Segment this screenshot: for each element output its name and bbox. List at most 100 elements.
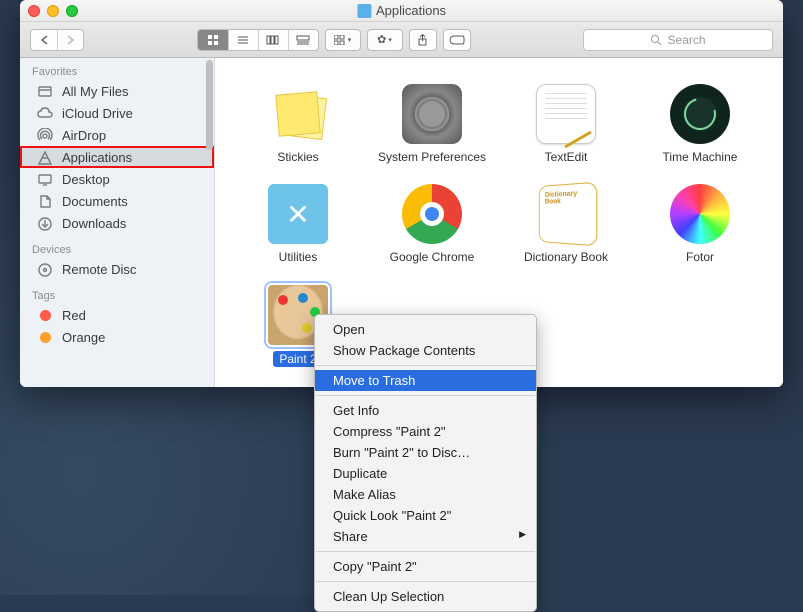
app-label: TextEdit: [545, 150, 588, 164]
menu-item-move-to-trash[interactable]: Move to Trash: [315, 370, 536, 391]
sidebar-item-icloud-drive[interactable]: iCloud Drive: [20, 102, 214, 124]
sidebar-item-label: iCloud Drive: [62, 106, 133, 121]
sidebar-item-label: Red: [62, 308, 86, 323]
utilities-app-icon: [268, 184, 328, 244]
dict-app-icon: [539, 182, 598, 247]
sidebar-item-label: Applications: [62, 150, 132, 165]
menu-item-compress-paint-2[interactable]: Compress "Paint 2": [315, 421, 536, 442]
arrange-button[interactable]: ▾: [325, 29, 361, 51]
app-label: Dictionary Book: [524, 250, 608, 264]
app-item-dictionary-book[interactable]: Dictionary Book: [499, 184, 633, 264]
maximize-button[interactable]: [66, 5, 78, 17]
icloud-icon: [36, 105, 54, 121]
close-button[interactable]: [28, 5, 40, 17]
applications-folder-icon: [357, 4, 371, 18]
titlebar[interactable]: Applications: [20, 0, 783, 22]
sidebar-scrollbar[interactable]: [204, 58, 214, 387]
sidebar-item-red[interactable]: Red: [20, 304, 214, 326]
sidebar-item-remote-disc[interactable]: Remote Disc: [20, 258, 214, 280]
sidebar-item-orange[interactable]: Orange: [20, 326, 214, 348]
sysprefs-app-icon: [402, 84, 462, 144]
sidebar-item-label: Orange: [62, 330, 105, 345]
gear-icon: ✿: [377, 33, 386, 46]
search-icon: [650, 34, 662, 46]
menu-item-get-info[interactable]: Get Info: [315, 400, 536, 421]
tag-dot-icon: [36, 307, 54, 323]
menu-separator: [316, 395, 535, 396]
menu-item-open[interactable]: Open: [315, 319, 536, 340]
window-controls: [28, 5, 78, 17]
app-label: Google Chrome: [390, 250, 475, 264]
menu-item-share[interactable]: Share: [315, 526, 536, 547]
sidebar-item-desktop[interactable]: Desktop: [20, 168, 214, 190]
back-button[interactable]: [31, 30, 57, 50]
tag-dot-icon: [36, 329, 54, 345]
share-button[interactable]: [409, 29, 437, 51]
airdrop-icon: [36, 127, 54, 143]
stickies-app-icon: [265, 81, 330, 146]
column-view-button[interactable]: [258, 30, 288, 50]
sidebar-item-airdrop[interactable]: AirDrop: [20, 124, 214, 146]
app-item-utilities[interactable]: Utilities: [231, 184, 365, 264]
menu-item-burn-paint-2-to-disc[interactable]: Burn "Paint 2" to Disc…: [315, 442, 536, 463]
menu-item-quick-look-paint-2[interactable]: Quick Look "Paint 2": [315, 505, 536, 526]
sidebar-item-label: Remote Disc: [62, 262, 136, 277]
tags-button[interactable]: [443, 29, 471, 51]
nav-buttons: [30, 29, 84, 51]
scrollbar-thumb[interactable]: [206, 60, 213, 150]
app-item-system-preferences[interactable]: System Preferences: [365, 84, 499, 164]
menu-separator: [316, 365, 535, 366]
icon-view-button[interactable]: [198, 30, 228, 50]
textedit-app-icon: [536, 84, 596, 144]
menu-item-clean-up-selection[interactable]: Clean Up Selection: [315, 586, 536, 607]
app-item-stickies[interactable]: Stickies: [231, 84, 365, 164]
remote-disc-icon: [36, 261, 54, 277]
sidebar-item-documents[interactable]: Documents: [20, 190, 214, 212]
action-button[interactable]: ✿▾: [367, 29, 403, 51]
menu-item-show-package-contents[interactable]: Show Package Contents: [315, 340, 536, 361]
app-item-time-machine[interactable]: Time Machine: [633, 84, 767, 164]
share-icon: [417, 34, 428, 46]
sidebar-item-label: All My Files: [62, 84, 128, 99]
sidebar-item-applications[interactable]: Applications: [20, 146, 214, 168]
app-item-textedit[interactable]: TextEdit: [499, 84, 633, 164]
app-item-fotor[interactable]: Fotor: [633, 184, 767, 264]
list-view-button[interactable]: [228, 30, 258, 50]
menu-item-duplicate[interactable]: Duplicate: [315, 463, 536, 484]
sidebar-item-label: Documents: [62, 194, 128, 209]
menu-item-make-alias[interactable]: Make Alias: [315, 484, 536, 505]
window-title-text: Applications: [376, 3, 446, 18]
menu-separator: [316, 581, 535, 582]
sidebar-item-downloads[interactable]: Downloads: [20, 212, 214, 234]
app-label: Stickies: [277, 150, 318, 164]
menu-separator: [316, 551, 535, 552]
timemachine-app-icon: [670, 84, 730, 144]
context-menu: OpenShow Package Contents Move to Trash Ge…: [314, 314, 537, 612]
tag-icon: [449, 35, 465, 45]
desktop-icon: [36, 171, 54, 187]
app-label: Fotor: [686, 250, 714, 264]
app-item-google-chrome[interactable]: Google Chrome: [365, 184, 499, 264]
toolbar: ▾ ✿▾ Search: [20, 22, 783, 58]
app-label: Time Machine: [663, 150, 738, 164]
sidebar-item-label: Desktop: [62, 172, 110, 187]
window-title: Applications: [357, 3, 446, 18]
menu-item-copy-paint-2[interactable]: Copy "Paint 2": [315, 556, 536, 577]
sidebar-item-label: Downloads: [62, 216, 126, 231]
sidebar-header: Devices: [20, 242, 214, 258]
sidebar-header: Tags: [20, 288, 214, 304]
search-field[interactable]: Search: [583, 29, 773, 51]
view-switcher: [197, 29, 319, 51]
app-label: System Preferences: [378, 150, 486, 164]
sidebar-item-all-my-files[interactable]: All My Files: [20, 80, 214, 102]
chrome-app-icon: [402, 184, 462, 244]
coverflow-view-button[interactable]: [288, 30, 318, 50]
sidebar-header: Favorites: [20, 64, 214, 80]
forward-button[interactable]: [57, 30, 83, 50]
sidebar: Favorites All My Files iCloud Drive AirDrop…: [20, 58, 215, 387]
sidebar-item-label: AirDrop: [62, 128, 106, 143]
applications-icon: [36, 149, 54, 165]
app-label: Utilities: [279, 250, 318, 264]
minimize-button[interactable]: [47, 5, 59, 17]
fotor-app-icon: [670, 184, 730, 244]
